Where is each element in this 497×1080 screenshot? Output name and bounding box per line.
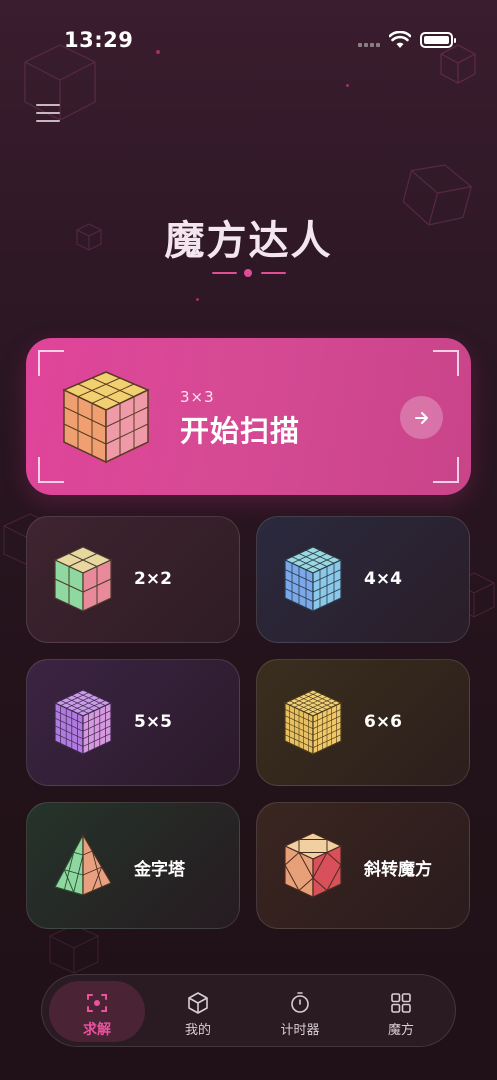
tab-label: 魔方 — [387, 1023, 414, 1038]
decorative-dot — [196, 298, 199, 301]
cube-6x6-icon — [283, 689, 343, 755]
cube-4x4-icon — [283, 546, 343, 612]
status-time: 13:29 — [64, 28, 134, 52]
cube-label: 6×6 — [364, 712, 402, 732]
decorative-dot — [346, 84, 349, 87]
title-divider — [212, 269, 286, 277]
bottom-tab-bar: 求解 我的 计时器 魔方 — [41, 974, 456, 1047]
pyramid-icon — [54, 832, 112, 896]
start-scan-card[interactable]: 3×3 开始扫描 — [26, 338, 471, 495]
cellular-signal-icon — [358, 43, 380, 47]
cube-label: 5×5 — [134, 712, 172, 732]
cube-card-pyramid[interactable]: 金字塔 — [26, 802, 240, 929]
box-icon — [188, 992, 208, 1014]
page-title: 魔方达人 — [164, 218, 333, 264]
scan-frame-corner — [433, 350, 459, 376]
cube-card-4x4[interactable]: 4×4 — [256, 516, 470, 643]
scan-title: 开始扫描 — [180, 414, 301, 448]
cube-5x5-icon — [53, 689, 113, 755]
hamburger-menu-icon[interactable] — [36, 104, 60, 124]
cube-label: 4×4 — [364, 569, 402, 589]
tab-label: 求解 — [83, 1022, 111, 1038]
cube-card-5x5[interactable]: 5×5 — [26, 659, 240, 786]
cube-card-6x6[interactable]: 6×6 — [256, 659, 470, 786]
cube-card-2x2[interactable]: 2×2 — [26, 516, 240, 643]
cube-card-skewb[interactable]: 斜转魔方 — [256, 802, 470, 929]
arrow-right-icon[interactable] — [400, 396, 443, 439]
tab-cubes[interactable]: 魔方 — [353, 981, 449, 1042]
skewb-icon — [283, 832, 343, 898]
scan-icon — [87, 994, 107, 1012]
status-bar: 13:29 — [0, 0, 497, 80]
cube-label: 斜转魔方 — [364, 860, 432, 880]
tab-label: 我的 — [184, 1023, 211, 1038]
cube-2x2-icon — [53, 546, 113, 612]
decorative-cube-icon — [49, 924, 99, 974]
cube-label: 金字塔 — [134, 860, 185, 880]
tab-label: 计时器 — [280, 1023, 320, 1038]
tab-mine[interactable]: 我的 — [150, 981, 246, 1042]
battery-icon — [420, 32, 456, 48]
tab-timer[interactable]: 计时器 — [252, 981, 348, 1042]
cube-label: 2×2 — [134, 569, 172, 589]
grid-icon — [391, 993, 411, 1013]
wifi-icon — [389, 31, 411, 48]
tab-solve[interactable]: 求解 — [49, 981, 145, 1042]
cube-3x3-icon — [62, 371, 150, 464]
scan-cube-type: 3×3 — [180, 388, 215, 406]
timer-icon — [291, 992, 309, 1013]
scan-frame-corner — [433, 457, 459, 483]
